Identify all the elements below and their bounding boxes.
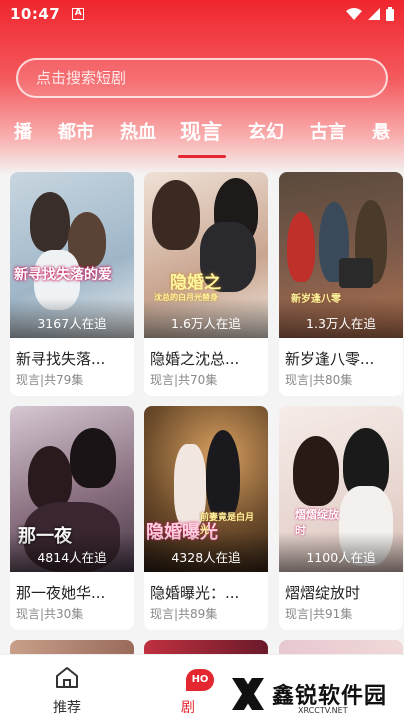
drama-title: 那一夜她华...	[16, 584, 106, 602]
nav-home[interactable]: 推荐	[17, 655, 117, 720]
drama-meta: 现言|共91集	[285, 607, 353, 621]
tab-dushi[interactable]: 都市	[58, 118, 94, 144]
notification-icon: A	[72, 8, 85, 20]
tab-rexue[interactable]: 热血	[120, 118, 156, 144]
drama-title: 新寻找失落...	[16, 350, 106, 368]
drama-meta: 现言|共70集	[150, 373, 218, 387]
drama-meta: 现言|共80集	[285, 373, 353, 387]
nav-home-label: 推荐	[53, 700, 81, 716]
drama-card[interactable]: 隐婚曝光 前妻竟是白月光 4328人在追 隐婚曝光：... 现言|共89集	[144, 406, 268, 630]
drama-title: 隐婚曝光：...	[150, 584, 240, 602]
x-logo-icon	[232, 678, 264, 710]
status-time: 10:47	[10, 5, 61, 23]
nav-drama-label: 剧	[181, 700, 195, 716]
tab-xuan[interactable]: 悬	[372, 118, 390, 144]
hot-badge: HO	[186, 669, 214, 691]
follower-count: 4814人在追	[37, 550, 107, 565]
drama-poster[interactable]: 新岁逢八零 1.3万人在追	[279, 172, 403, 338]
drama-title: 熠熠绽放时	[285, 584, 361, 602]
battery-icon	[386, 7, 394, 21]
active-tab-indicator	[178, 155, 226, 158]
poster-title-art: 新寻找失落的爱	[14, 267, 112, 283]
follower-count: 1.3万人在追	[306, 316, 376, 331]
drama-meta: 现言|共79集	[16, 373, 84, 387]
drama-poster[interactable]: 隐婚之 沈总的白月光替身 1.6万人在追	[144, 172, 268, 338]
drama-poster[interactable]: 新寻找失落的爱 3167人在追	[10, 172, 134, 338]
drama-poster[interactable]: 那一夜 4814人在追	[10, 406, 134, 572]
tab-guyan[interactable]: 古言	[310, 118, 346, 144]
drama-title: 新岁逢八零...	[285, 350, 375, 368]
drama-meta: 现言|共89集	[150, 607, 218, 621]
drama-card[interactable]: 新寻找失落的爱 3167人在追 新寻找失落... 现言|共79集	[10, 172, 134, 396]
watermark-logo: 鑫锐软件园 XRCCTV.NET	[228, 668, 404, 720]
drama-meta: 现言|共30集	[16, 607, 84, 621]
tab-xianyan[interactable]: 现言	[180, 118, 222, 146]
poster-title-art: 隐婚之	[170, 273, 221, 293]
signal-icon	[368, 8, 380, 20]
follower-count: 4328人在追	[171, 550, 241, 565]
drama-card[interactable]: 隐婚之 沈总的白月光替身 1.6万人在追 隐婚之沈总... 现言|共70集	[144, 172, 268, 396]
follower-count: 1.6万人在追	[171, 316, 241, 331]
status-bar: 10:47 A	[0, 0, 404, 28]
search-input[interactable]	[36, 69, 336, 87]
drama-card[interactable]: 那一夜 4814人在追 那一夜她华... 现言|共30集	[10, 406, 134, 630]
drama-card[interactable]: 新岁逢八零 1.3万人在追 新岁逢八零... 现言|共80集	[279, 172, 403, 396]
drama-title: 隐婚之沈总...	[150, 350, 240, 368]
status-icons	[346, 7, 394, 21]
drama-poster[interactable]: 熠熠绽放时 1100人在追	[279, 406, 403, 572]
follower-count: 3167人在追	[37, 316, 107, 331]
drama-card[interactable]: 熠熠绽放时 1100人在追 熠熠绽放时 现言|共91集	[279, 406, 403, 630]
home-icon	[56, 667, 78, 688]
drama-poster[interactable]: 隐婚曝光 前妻竟是白月光 4328人在追	[144, 406, 268, 572]
watermark-domain: XRCCTV.NET	[298, 706, 348, 715]
follower-count: 1100人在追	[306, 550, 376, 565]
search-box[interactable]	[16, 58, 388, 98]
tab-0[interactable]: 播	[14, 118, 32, 144]
wifi-icon	[346, 8, 362, 20]
tab-xuanhuan[interactable]: 玄幻	[248, 118, 284, 144]
